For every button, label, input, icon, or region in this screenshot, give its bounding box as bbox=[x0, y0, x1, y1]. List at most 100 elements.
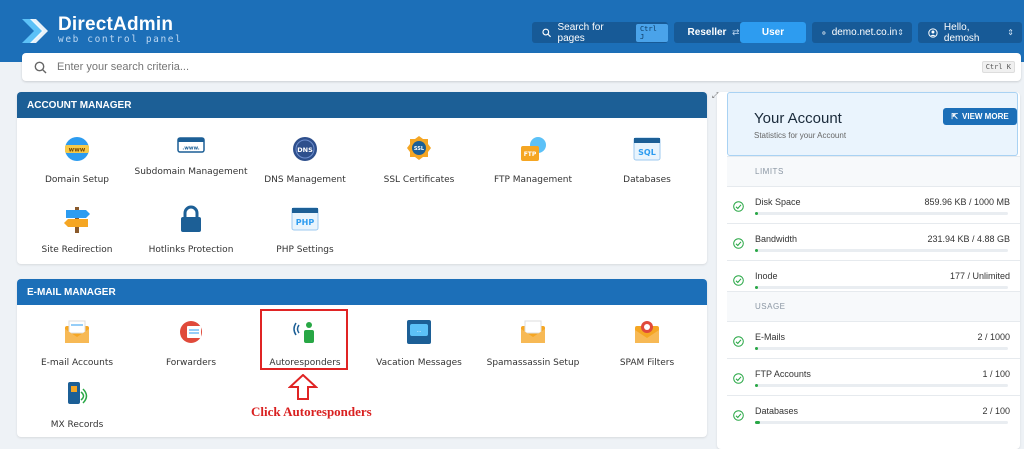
stat-value: 2 / 1000 bbox=[977, 332, 1010, 342]
spamassassin-icon bbox=[521, 320, 545, 343]
stat-progress-fill bbox=[755, 286, 758, 289]
stat-progress-fill bbox=[755, 212, 758, 215]
ssl-badge-icon: SSL bbox=[407, 136, 431, 160]
email-manager-title: E-MAIL MANAGER bbox=[17, 279, 707, 305]
account-manager-panel: ACCOUNT MANAGER www Domain Setup .www. S… bbox=[17, 92, 707, 264]
stat-progress-fill bbox=[755, 384, 758, 387]
stat-row: E-Mails 2 / 1000 bbox=[727, 321, 1020, 358]
account-subtitle: Statistics for your Account bbox=[754, 131, 847, 140]
tile-label: Site Redirection bbox=[41, 245, 113, 255]
check-circle-icon bbox=[733, 238, 744, 249]
stat-value: 177 / Unlimited bbox=[949, 271, 1010, 281]
forwarder-icon bbox=[180, 321, 202, 343]
www-globe-icon: www bbox=[65, 137, 89, 161]
stat-name: Inode bbox=[755, 271, 778, 281]
tile-label: Subdomain Management bbox=[134, 167, 248, 177]
tile-label: Forwarders bbox=[165, 358, 217, 368]
stat-row: Databases 2 / 100 bbox=[727, 395, 1020, 432]
logo-subtitle: web control panel bbox=[58, 34, 183, 45]
spam-filter-icon bbox=[635, 321, 659, 343]
svg-text:.www.: .www. bbox=[182, 146, 199, 152]
limits-section-label: LIMITS bbox=[727, 156, 1020, 186]
svg-text:PHP: PHP bbox=[296, 218, 315, 227]
account-title: Your Account bbox=[754, 110, 842, 127]
stat-name: Bandwidth bbox=[755, 234, 798, 244]
logo[interactable]: DirectAdmin web control panel bbox=[20, 14, 183, 46]
svg-text:FTP: FTP bbox=[524, 151, 537, 158]
svg-text:SQL: SQL bbox=[638, 148, 656, 157]
search-input[interactable] bbox=[57, 61, 957, 73]
tile-label: Databases bbox=[623, 175, 671, 185]
stat-value: 231.94 KB / 4.88 GB bbox=[927, 234, 1010, 244]
tile-label: Hotlinks Protection bbox=[148, 245, 234, 255]
php-icon: PHP bbox=[291, 207, 319, 231]
sql-icon: SQL bbox=[633, 137, 661, 161]
stat-name: Databases bbox=[755, 406, 799, 416]
tile-label: SPAM Filters bbox=[619, 358, 675, 368]
lock-icon bbox=[181, 205, 201, 232]
stat-name: FTP Accounts bbox=[755, 369, 811, 379]
stat-progress-bar bbox=[755, 286, 1008, 289]
svg-text:SSL: SSL bbox=[414, 146, 425, 152]
stat-progress-bar bbox=[755, 249, 1008, 252]
tile-label: DNS Management bbox=[264, 175, 346, 185]
stat-value: 859.96 KB / 1000 MB bbox=[924, 197, 1010, 207]
tile-label: E-mail Accounts bbox=[40, 358, 114, 368]
signpost-icon bbox=[64, 207, 90, 233]
check-circle-icon bbox=[733, 410, 744, 421]
role-toggle[interactable]: Reseller User bbox=[674, 22, 806, 43]
search-shortcut: Ctrl K bbox=[981, 61, 1015, 73]
user-greeting: Hello, demosh bbox=[943, 21, 980, 44]
ftp-icon: FTP bbox=[521, 137, 546, 161]
tile-label: Domain Setup bbox=[45, 175, 109, 185]
your-account-panel: Your Account Statistics for your Account… bbox=[717, 92, 1020, 449]
usage-section-label: USAGE bbox=[727, 291, 1020, 321]
email-manager-panel: E-MAIL MANAGER E-mail Accounts Forwarder… bbox=[17, 279, 707, 437]
stat-progress-bar bbox=[755, 421, 1008, 424]
search-icon bbox=[34, 61, 47, 73]
stat-progress-fill bbox=[755, 421, 761, 424]
domain-select[interactable]: demo.net.co.in ⇕ bbox=[812, 22, 912, 43]
account-manager-title: ACCOUNT MANAGER bbox=[17, 92, 707, 118]
tile-label: Vacation Messages bbox=[376, 358, 462, 368]
logo-title: DirectAdmin bbox=[58, 14, 174, 35]
stat-value: 2 / 100 bbox=[982, 406, 1010, 416]
tile-label: Spamassassin Setup bbox=[486, 358, 580, 368]
stat-row: FTP Accounts 1 / 100 bbox=[727, 358, 1020, 395]
view-more-label: VIEW MORE bbox=[962, 112, 1009, 121]
svg-text:DNS: DNS bbox=[297, 146, 313, 154]
global-search[interactable]: Ctrl K bbox=[22, 53, 1021, 81]
user-menu[interactable]: Hello, demosh ⇕ bbox=[918, 21, 1022, 44]
check-circle-icon bbox=[733, 275, 744, 286]
directadmin-logo-icon bbox=[22, 19, 48, 43]
stat-progress-fill bbox=[755, 347, 758, 350]
arrow-up-icon bbox=[288, 374, 318, 400]
account-header: Your Account Statistics for your Account… bbox=[727, 92, 1018, 156]
stat-row: Disk Space 859.96 KB / 1000 MB bbox=[727, 186, 1020, 223]
check-circle-icon bbox=[733, 336, 744, 347]
user-tab[interactable]: User bbox=[740, 22, 806, 43]
search-pages-button[interactable]: Search for pages Ctrl J bbox=[532, 21, 669, 44]
external-link-icon: ⇱ bbox=[951, 112, 959, 121]
view-more-button[interactable]: ⇱ VIEW MORE bbox=[943, 108, 1017, 125]
stat-name: E-Mails bbox=[755, 332, 786, 342]
search-pages-shortcut: Ctrl J bbox=[635, 23, 669, 42]
stat-progress-fill bbox=[755, 249, 758, 252]
subdomain-icon: .www. bbox=[177, 137, 205, 153]
search-icon bbox=[542, 28, 551, 37]
mail-accounts-icon bbox=[65, 320, 89, 343]
reseller-tab[interactable]: Reseller bbox=[674, 22, 740, 43]
stat-progress-bar bbox=[755, 212, 1008, 215]
check-circle-icon bbox=[733, 201, 744, 212]
tile-label: FTP Management bbox=[493, 175, 573, 185]
user-icon bbox=[928, 27, 938, 38]
check-circle-icon bbox=[733, 373, 744, 384]
dns-icon: DNS bbox=[293, 137, 317, 161]
stat-progress-bar bbox=[755, 347, 1008, 350]
swap-icon: ⇄ bbox=[732, 28, 740, 38]
annotation-label: Click Autoresponders bbox=[251, 404, 372, 419]
domain-label: demo.net.co.in bbox=[831, 27, 898, 38]
stat-progress-bar bbox=[755, 384, 1008, 387]
search-pages-label: Search for pages bbox=[557, 21, 604, 44]
svg-text:...: ... bbox=[417, 328, 422, 334]
